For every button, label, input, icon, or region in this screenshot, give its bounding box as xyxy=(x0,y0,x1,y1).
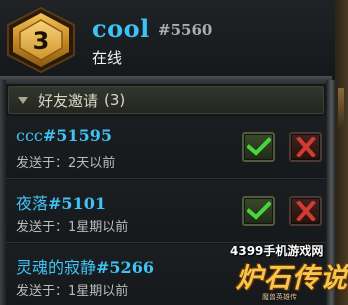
friend-name-text: 夜落 xyxy=(16,194,49,213)
panel-edge-ornament xyxy=(338,88,344,128)
friend-request-item: 灵魂的寂静#5266 发送于：1星期以前 xyxy=(6,244,326,305)
sent-label: 发送于： xyxy=(16,156,69,171)
friend-tag: #5266 xyxy=(96,258,154,277)
panel-edge xyxy=(335,0,348,305)
friend-name: ccc#51595 xyxy=(16,126,112,145)
player-tag: #5560 xyxy=(158,21,213,39)
rank-badge-icon: 3 xyxy=(4,6,78,74)
triangle-down-icon[interactable] xyxy=(18,96,28,104)
section-count: (3) xyxy=(104,91,126,109)
friend-requests-header[interactable]: 好友邀请 (3) xyxy=(8,86,324,114)
sent-time: 发送于：1星期以前 xyxy=(16,216,128,235)
decline-button[interactable] xyxy=(289,196,322,226)
player-status: 在线 xyxy=(92,49,123,67)
friend-name: 夜落#5101 xyxy=(16,190,106,214)
friend-name-text: ccc xyxy=(16,126,43,145)
friend-request-item: 夜落#5101 发送于：1星期以前 xyxy=(6,180,326,243)
x-icon xyxy=(295,201,316,221)
friend-name: 灵魂的寂静#5266 xyxy=(16,254,154,278)
player-header: 3 cool #5560 在线 xyxy=(0,0,348,80)
sent-label: 发送于： xyxy=(16,284,69,299)
friend-tag: #5101 xyxy=(48,194,106,213)
friend-name-text: 灵魂的寂静 xyxy=(16,258,97,277)
sent-time-value: 1星期以前 xyxy=(68,284,129,299)
check-icon xyxy=(246,201,271,220)
panel-scrollbar[interactable] xyxy=(326,80,335,305)
sent-time: 发送于：2天以前 xyxy=(16,152,115,171)
friend-tag: #51595 xyxy=(42,126,112,145)
friend-request-list: ccc#51595 发送于：2天以前 夜落#5101 发送于：1星期以前 灵魂的… xyxy=(6,116,326,305)
sent-label: 发送于： xyxy=(16,220,69,235)
rank-number: 3 xyxy=(32,27,50,55)
sent-time-value: 2天以前 xyxy=(68,156,116,171)
friend-request-item: ccc#51595 发送于：2天以前 xyxy=(6,116,326,179)
player-name: cool xyxy=(92,14,150,43)
sent-time: 发送于：1星期以前 xyxy=(16,280,128,299)
check-icon xyxy=(246,137,271,156)
section-title: 好友邀请 xyxy=(38,91,99,110)
decline-button[interactable] xyxy=(289,132,322,162)
accept-button[interactable] xyxy=(242,132,275,162)
x-icon xyxy=(295,137,316,157)
sent-time-value: 1星期以前 xyxy=(68,220,129,235)
accept-button[interactable] xyxy=(242,196,275,226)
panel-frame-top xyxy=(0,76,332,84)
